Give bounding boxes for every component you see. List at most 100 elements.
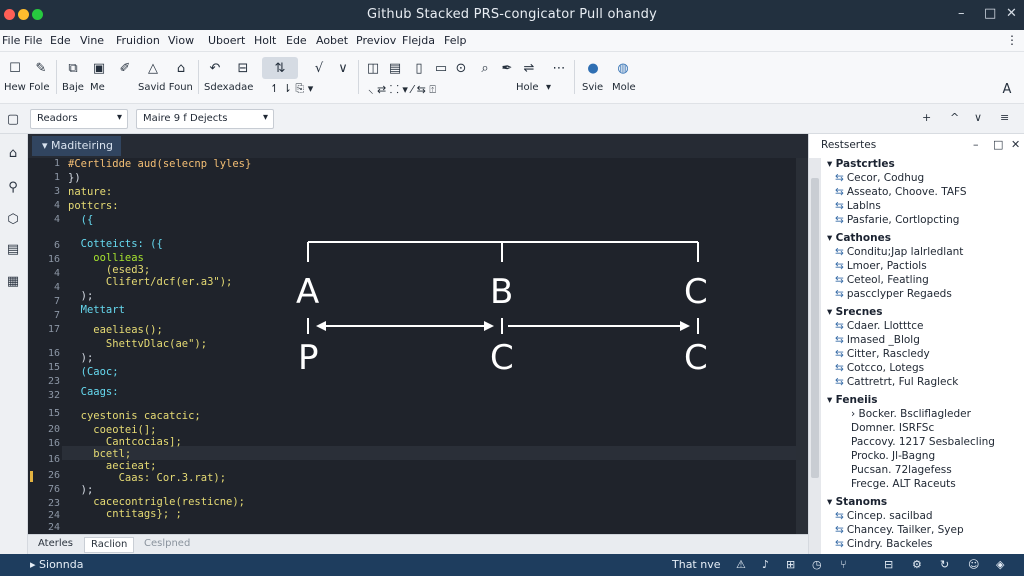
pencil-icon[interactable]: ✎ <box>30 57 52 79</box>
editor-tab[interactable]: ▾ Maditeiring <box>32 136 121 156</box>
shield-icon[interactable]: ⬡ <box>4 210 22 228</box>
copy-icon[interactable]: ⧉ <box>62 57 84 79</box>
section-header[interactable]: Srecnes <box>827 306 883 318</box>
tree-item[interactable]: Procko. Jl-Bagng <box>851 450 935 462</box>
bell-icon[interactable]: ♪ <box>762 558 769 571</box>
readers-dropdown[interactable]: Readors ▾ <box>30 109 128 129</box>
section-header[interactable]: Stanoms <box>827 496 888 508</box>
collapse-up-button[interactable]: ^ <box>950 111 959 124</box>
tree-item[interactable]: ⇆ Cotcco, Lotegs <box>835 362 924 374</box>
section-header[interactable]: Pastcrtles <box>827 158 895 170</box>
more-icon[interactable]: ⋯ <box>548 57 570 79</box>
tab-aterles[interactable]: Aterles <box>32 537 79 553</box>
tree-item[interactable]: ⇆ Cdaer. Llotttce <box>835 320 924 332</box>
check-icon[interactable]: √ <box>308 57 330 79</box>
list-menu-button[interactable]: ≡ <box>1000 111 1009 124</box>
menu-about[interactable]: Aobet <box>316 34 348 47</box>
section-header[interactable]: Feneiis <box>827 394 878 406</box>
menu-function[interactable]: Fruidion <box>116 34 160 47</box>
new-file-icon[interactable]: ☐ <box>4 57 26 79</box>
tree-item[interactable]: ⇆ Pasfarie, Cortlopcting <box>835 214 959 226</box>
user-icon[interactable]: ● <box>582 57 604 79</box>
tab-raclion[interactable]: Raclion <box>84 537 135 553</box>
sync-icon[interactable]: ↻ <box>940 558 949 571</box>
menu-overflow-icon[interactable]: ⋮ <box>1006 33 1018 47</box>
scrollbar-thumb[interactable] <box>811 178 819 478</box>
comment-icon[interactable]: ◫ <box>362 57 384 79</box>
tree-item[interactable]: ⇆ Cecor, Codhug <box>835 172 924 184</box>
home-icon[interactable]: ⌂ <box>4 144 22 162</box>
chevron-icon[interactable]: ⊞ <box>786 558 795 571</box>
document-icon[interactable]: ▤ <box>384 57 406 79</box>
tree-item[interactable]: Paccovy. 1217 Sesbalecling <box>851 436 995 448</box>
tree-item[interactable]: ⇆ Asseato, Choove. TAFS <box>835 186 967 198</box>
tree-item[interactable]: › Bocker. Bscliflagleder <box>851 408 971 420</box>
menu-holt[interactable]: Holt <box>254 34 276 47</box>
menu-preview[interactable]: Previov <box>356 34 396 47</box>
user-icon[interactable]: ☺ <box>968 558 979 571</box>
tree-item[interactable]: Domner. ISRFSc <box>851 422 934 434</box>
add-button[interactable]: + <box>922 111 931 124</box>
tree-item[interactable]: ⇆ pascclyper Regaeds <box>835 288 952 300</box>
menu-file[interactable]: File <box>2 34 20 47</box>
tree-item[interactable]: ⇆ Lablns <box>835 200 881 212</box>
settings-icon[interactable]: ⚙ <box>912 558 922 571</box>
tree-item[interactable]: ⇆ Cattretrt, Ful Ragleck <box>835 376 958 388</box>
status-left[interactable]: ▸ Sionnda <box>30 558 83 571</box>
tree-item[interactable]: ⇆ Chancey. Tailker, Syep <box>835 524 964 536</box>
menu-help[interactable]: Felp <box>444 34 467 47</box>
globe-icon[interactable]: ◍ <box>612 57 634 79</box>
document-icon[interactable]: ▤ <box>4 240 22 258</box>
maximize-button[interactable]: □ <box>984 6 996 21</box>
box-icon[interactable]: ⊟ <box>232 57 254 79</box>
triangle-icon[interactable]: △ <box>142 57 164 79</box>
search-icon[interactable]: ⌕ <box>474 57 496 79</box>
menu-viow[interactable]: Viow <box>168 34 194 47</box>
tree-item[interactable]: ⇆ Cincep. sacilbad <box>835 510 933 522</box>
paste-icon[interactable]: ▣ <box>88 57 110 79</box>
status-center[interactable]: That nve <box>672 558 721 571</box>
clock-icon[interactable]: ◷ <box>812 558 822 571</box>
panel-minimize-button[interactable]: – <box>973 138 979 151</box>
branch-icon[interactable]: ⑂ <box>840 558 847 571</box>
split-icon[interactable]: ⇌ <box>518 57 540 79</box>
objects-dropdown[interactable]: Maire 9 f Dejects ▾ <box>136 109 274 129</box>
tree-item[interactable]: ⇆ Ceteol, Featling <box>835 274 929 286</box>
chevron-icon[interactable]: ∨ <box>332 57 354 79</box>
close-button[interactable]: ✕ <box>1006 6 1017 21</box>
toolbar-dropdown-caret[interactable]: ▾ <box>546 82 551 93</box>
account-icon[interactable]: A <box>996 78 1018 100</box>
editor-scrollbar[interactable] <box>796 158 808 534</box>
lock-icon[interactable]: ⊟ <box>884 558 893 571</box>
pen-icon[interactable]: ✒ <box>496 57 518 79</box>
panel-close-button[interactable]: ✕ <box>1011 138 1020 151</box>
menu-edit[interactable]: Ede <box>50 34 71 47</box>
warning-icon[interactable]: ⚠ <box>736 558 746 571</box>
tree-item[interactable]: ⇆ Imased _Blolg <box>835 334 920 346</box>
menu-flejda[interactable]: Flejda <box>402 34 435 47</box>
explorer-icon[interactable]: ▢ <box>4 110 22 128</box>
menu-file-2[interactable]: File <box>24 34 42 47</box>
brush-icon[interactable]: ✐ <box>114 57 136 79</box>
page-icon[interactable]: ▯ <box>408 57 430 79</box>
expand-down-button[interactable]: ∨ <box>974 111 982 124</box>
minimize-button[interactable]: – <box>958 6 965 21</box>
panel-scrollbar[interactable] <box>809 158 821 554</box>
panel-maximize-button[interactable]: □ <box>993 138 1003 151</box>
target-icon[interactable]: ⊙ <box>450 57 472 79</box>
tree-item[interactable]: ⇆ Citter, Rascledy <box>835 348 930 360</box>
lock-icon[interactable]: ⌂ <box>170 57 192 79</box>
menu-view[interactable]: Vine <box>80 34 104 47</box>
toolbar-actions[interactable]: ⸜ ⇄ ⸬ ▾ ⁄ ⇆ ⍐ <box>368 82 436 97</box>
page-icon-2[interactable]: ▭ <box>430 57 452 79</box>
tree-item[interactable]: Frecge. ALT Raceuts <box>851 478 956 490</box>
tree-item[interactable]: ⇆ Conditu;Jap lalrledlant <box>835 246 963 258</box>
tree-item[interactable]: ⇆ Cindry. Backeles <box>835 538 933 550</box>
filter-icon[interactable]: ⇅ <box>262 57 298 79</box>
tab-ceslpned[interactable]: Ceslpned <box>138 537 196 553</box>
tree-item[interactable]: Pucsan. 72lagefess <box>851 464 952 476</box>
tree-item[interactable]: ⇆ Lmoer, Pactiols <box>835 260 927 272</box>
toolbar-arrows[interactable]: ↿ ⇂ ⎘ ▾ <box>270 82 313 96</box>
section-header[interactable]: Cathones <box>827 232 891 244</box>
menu-ede[interactable]: Ede <box>286 34 307 47</box>
